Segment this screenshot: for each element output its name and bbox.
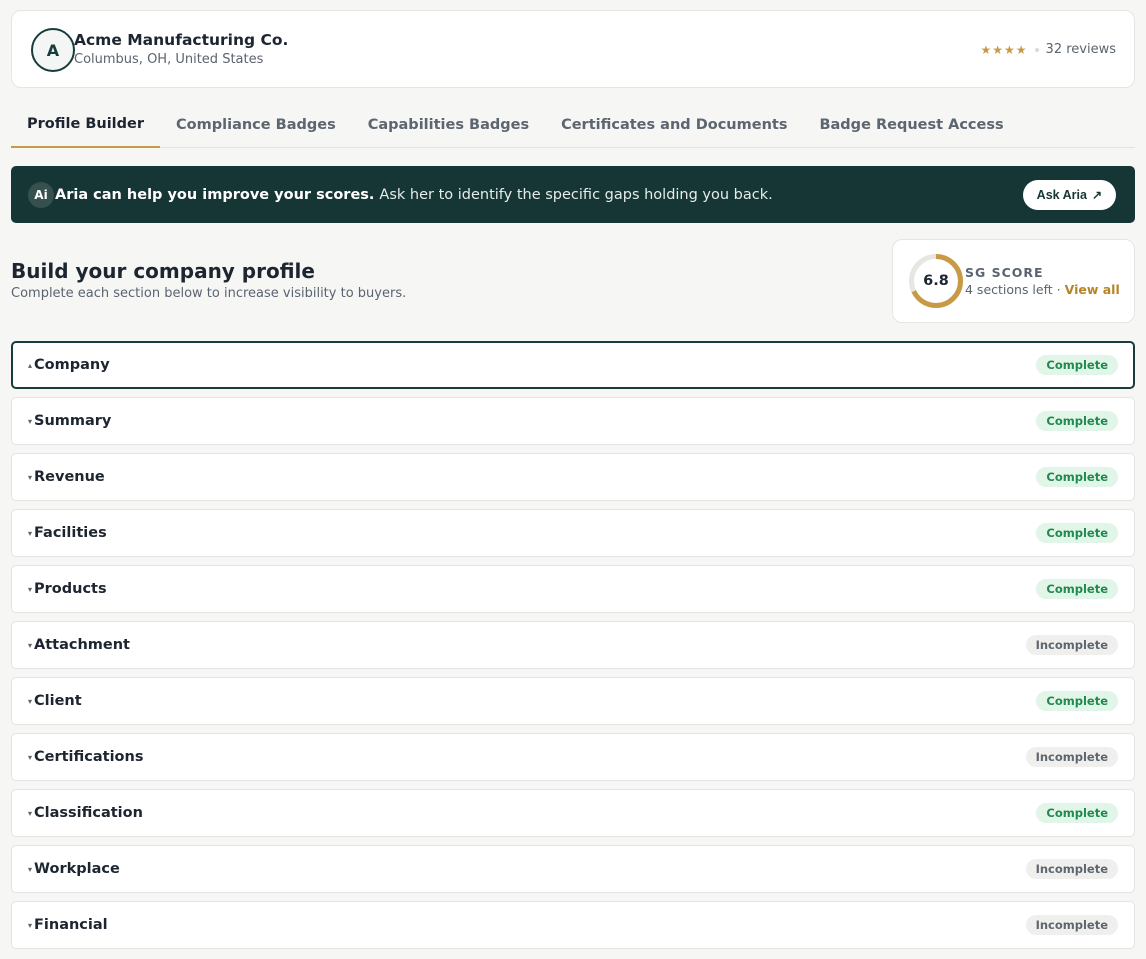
company-header-card: A Acme Manufacturing Co. Columbus, OH, U… <box>11 10 1135 88</box>
status-badge: Incomplete <box>1025 635 1118 655</box>
section-row-attachment[interactable]: ▾ Attachment Incomplete <box>11 621 1135 669</box>
status-badge: Incomplete <box>1025 747 1118 767</box>
status-badge: Complete <box>1036 691 1118 711</box>
tab-profile-builder[interactable]: Profile Builder <box>11 102 161 148</box>
reviews-count[interactable]: 32 reviews <box>1046 42 1116 57</box>
sg-score-card: 6.8 SG SCORE 4 sections left · View all <box>892 239 1135 323</box>
section-name: Workplace <box>34 861 120 877</box>
tab-certificates-and-documents[interactable]: Certificates and Documents <box>545 102 803 147</box>
external-arrow-icon: ↗ <box>1091 187 1102 202</box>
ask-aria-label: Ask Aria <box>1036 187 1087 202</box>
section-row-products[interactable]: ▾ Products Complete <box>11 565 1135 613</box>
score-label: SG SCORE <box>965 265 1044 280</box>
tab-badge-request-access[interactable]: Badge Request Access <box>803 102 1019 147</box>
section-row-client[interactable]: ▾ Client Complete <box>11 677 1135 725</box>
section-row-revenue[interactable]: ▾ Revenue Complete <box>11 453 1135 501</box>
section-row-summary[interactable]: ▾ Summary Complete <box>11 397 1135 445</box>
section-name: Classification <box>34 805 143 821</box>
page-title: Build your company profile <box>11 259 315 283</box>
tab-capabilities-badges[interactable]: Capabilities Badges <box>352 102 545 147</box>
aria-message: Ask her to identify the specific gaps ho… <box>379 186 773 203</box>
tab-compliance-badges[interactable]: Compliance Badges <box>160 102 352 147</box>
status-badge: Complete <box>1036 355 1118 375</box>
rating-separator <box>1034 47 1039 52</box>
section-row-company[interactable]: ▴ Company Complete <box>11 341 1135 389</box>
section-row-classification[interactable]: ▾ Classification Complete <box>11 789 1135 837</box>
status-badge: Complete <box>1036 579 1118 599</box>
section-name: Client <box>34 693 82 709</box>
ask-aria-button[interactable]: Ask Aria ↗ <box>1022 179 1116 210</box>
aria-banner: Ai Aria can help you improve your scores… <box>11 166 1135 223</box>
score-value: 6.8 <box>923 273 949 289</box>
company-rating: ★★★★ 32 reviews <box>981 42 1116 57</box>
section-name: Revenue <box>34 469 105 485</box>
score-meta: 4 sections left · View all <box>965 282 1120 297</box>
page-subtitle: Complete each section below to increase … <box>11 286 407 301</box>
section-name: Products <box>34 581 107 597</box>
section-name: Attachment <box>34 637 130 653</box>
section-row-facilities[interactable]: ▾ Facilities Complete <box>11 509 1135 557</box>
status-badge: Complete <box>1036 411 1118 431</box>
section-name: Facilities <box>34 525 107 541</box>
status-badge: Incomplete <box>1025 859 1118 879</box>
company-name: Acme Manufacturing Co. <box>74 31 289 49</box>
company-location: Columbus, OH, United States <box>74 52 264 67</box>
status-badge: Complete <box>1036 803 1118 823</box>
section-row-workplace[interactable]: ▾ Workplace Incomplete <box>11 845 1135 893</box>
view-all-link[interactable]: View all <box>1065 282 1120 297</box>
section-name: Financial <box>34 917 108 933</box>
company-avatar: A <box>31 28 75 72</box>
profile-tabs: Profile Builder Compliance Badges Capabi… <box>11 102 1135 148</box>
aria-headline: Aria can help you improve your scores. <box>55 186 375 203</box>
sections-left-text: 4 sections left · <box>965 282 1061 297</box>
section-row-financial[interactable]: ▾ Financial Incomplete <box>11 901 1135 949</box>
star-rating-icon: ★★★★ <box>980 42 1028 57</box>
section-name: Certifications <box>34 749 144 765</box>
status-badge: Complete <box>1036 523 1118 543</box>
section-name: Summary <box>34 413 112 429</box>
section-name: Company <box>34 357 110 373</box>
status-badge: Incomplete <box>1025 915 1118 935</box>
section-row-certifications[interactable]: ▾ Certifications Incomplete <box>11 733 1135 781</box>
status-badge: Complete <box>1036 467 1118 487</box>
ai-assistant-icon: Ai <box>28 181 54 208</box>
